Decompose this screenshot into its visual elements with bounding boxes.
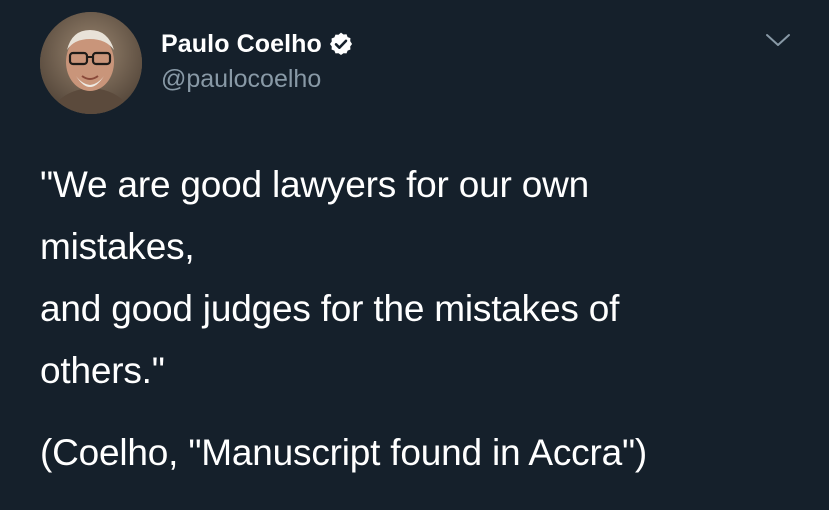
tweet-text-line: and good judges for the mistakes of [40,288,620,329]
author-handle[interactable]: @paulocoelho [161,64,321,94]
display-name[interactable]: Paulo Coelho [161,29,322,59]
author-portrait-icon [40,12,142,114]
tweet-text-line: others." [40,350,165,391]
chevron-down-icon[interactable] [764,30,792,50]
verified-badge-icon [328,31,354,57]
author-name-row[interactable]: Paulo Coelho [161,29,354,59]
tweet-citation: (Coelho, "Manuscript found in Accra") [40,432,648,473]
tweet-text-line: mistakes, [40,226,195,267]
tweet-text-line: "We are good lawyers for our own [40,164,589,205]
tweet-text: "We are good lawyers for our own mistake… [40,154,800,402]
avatar[interactable] [40,12,142,114]
tweet-card: Paulo Coelho @paulocoelho "We are good l… [0,0,829,510]
